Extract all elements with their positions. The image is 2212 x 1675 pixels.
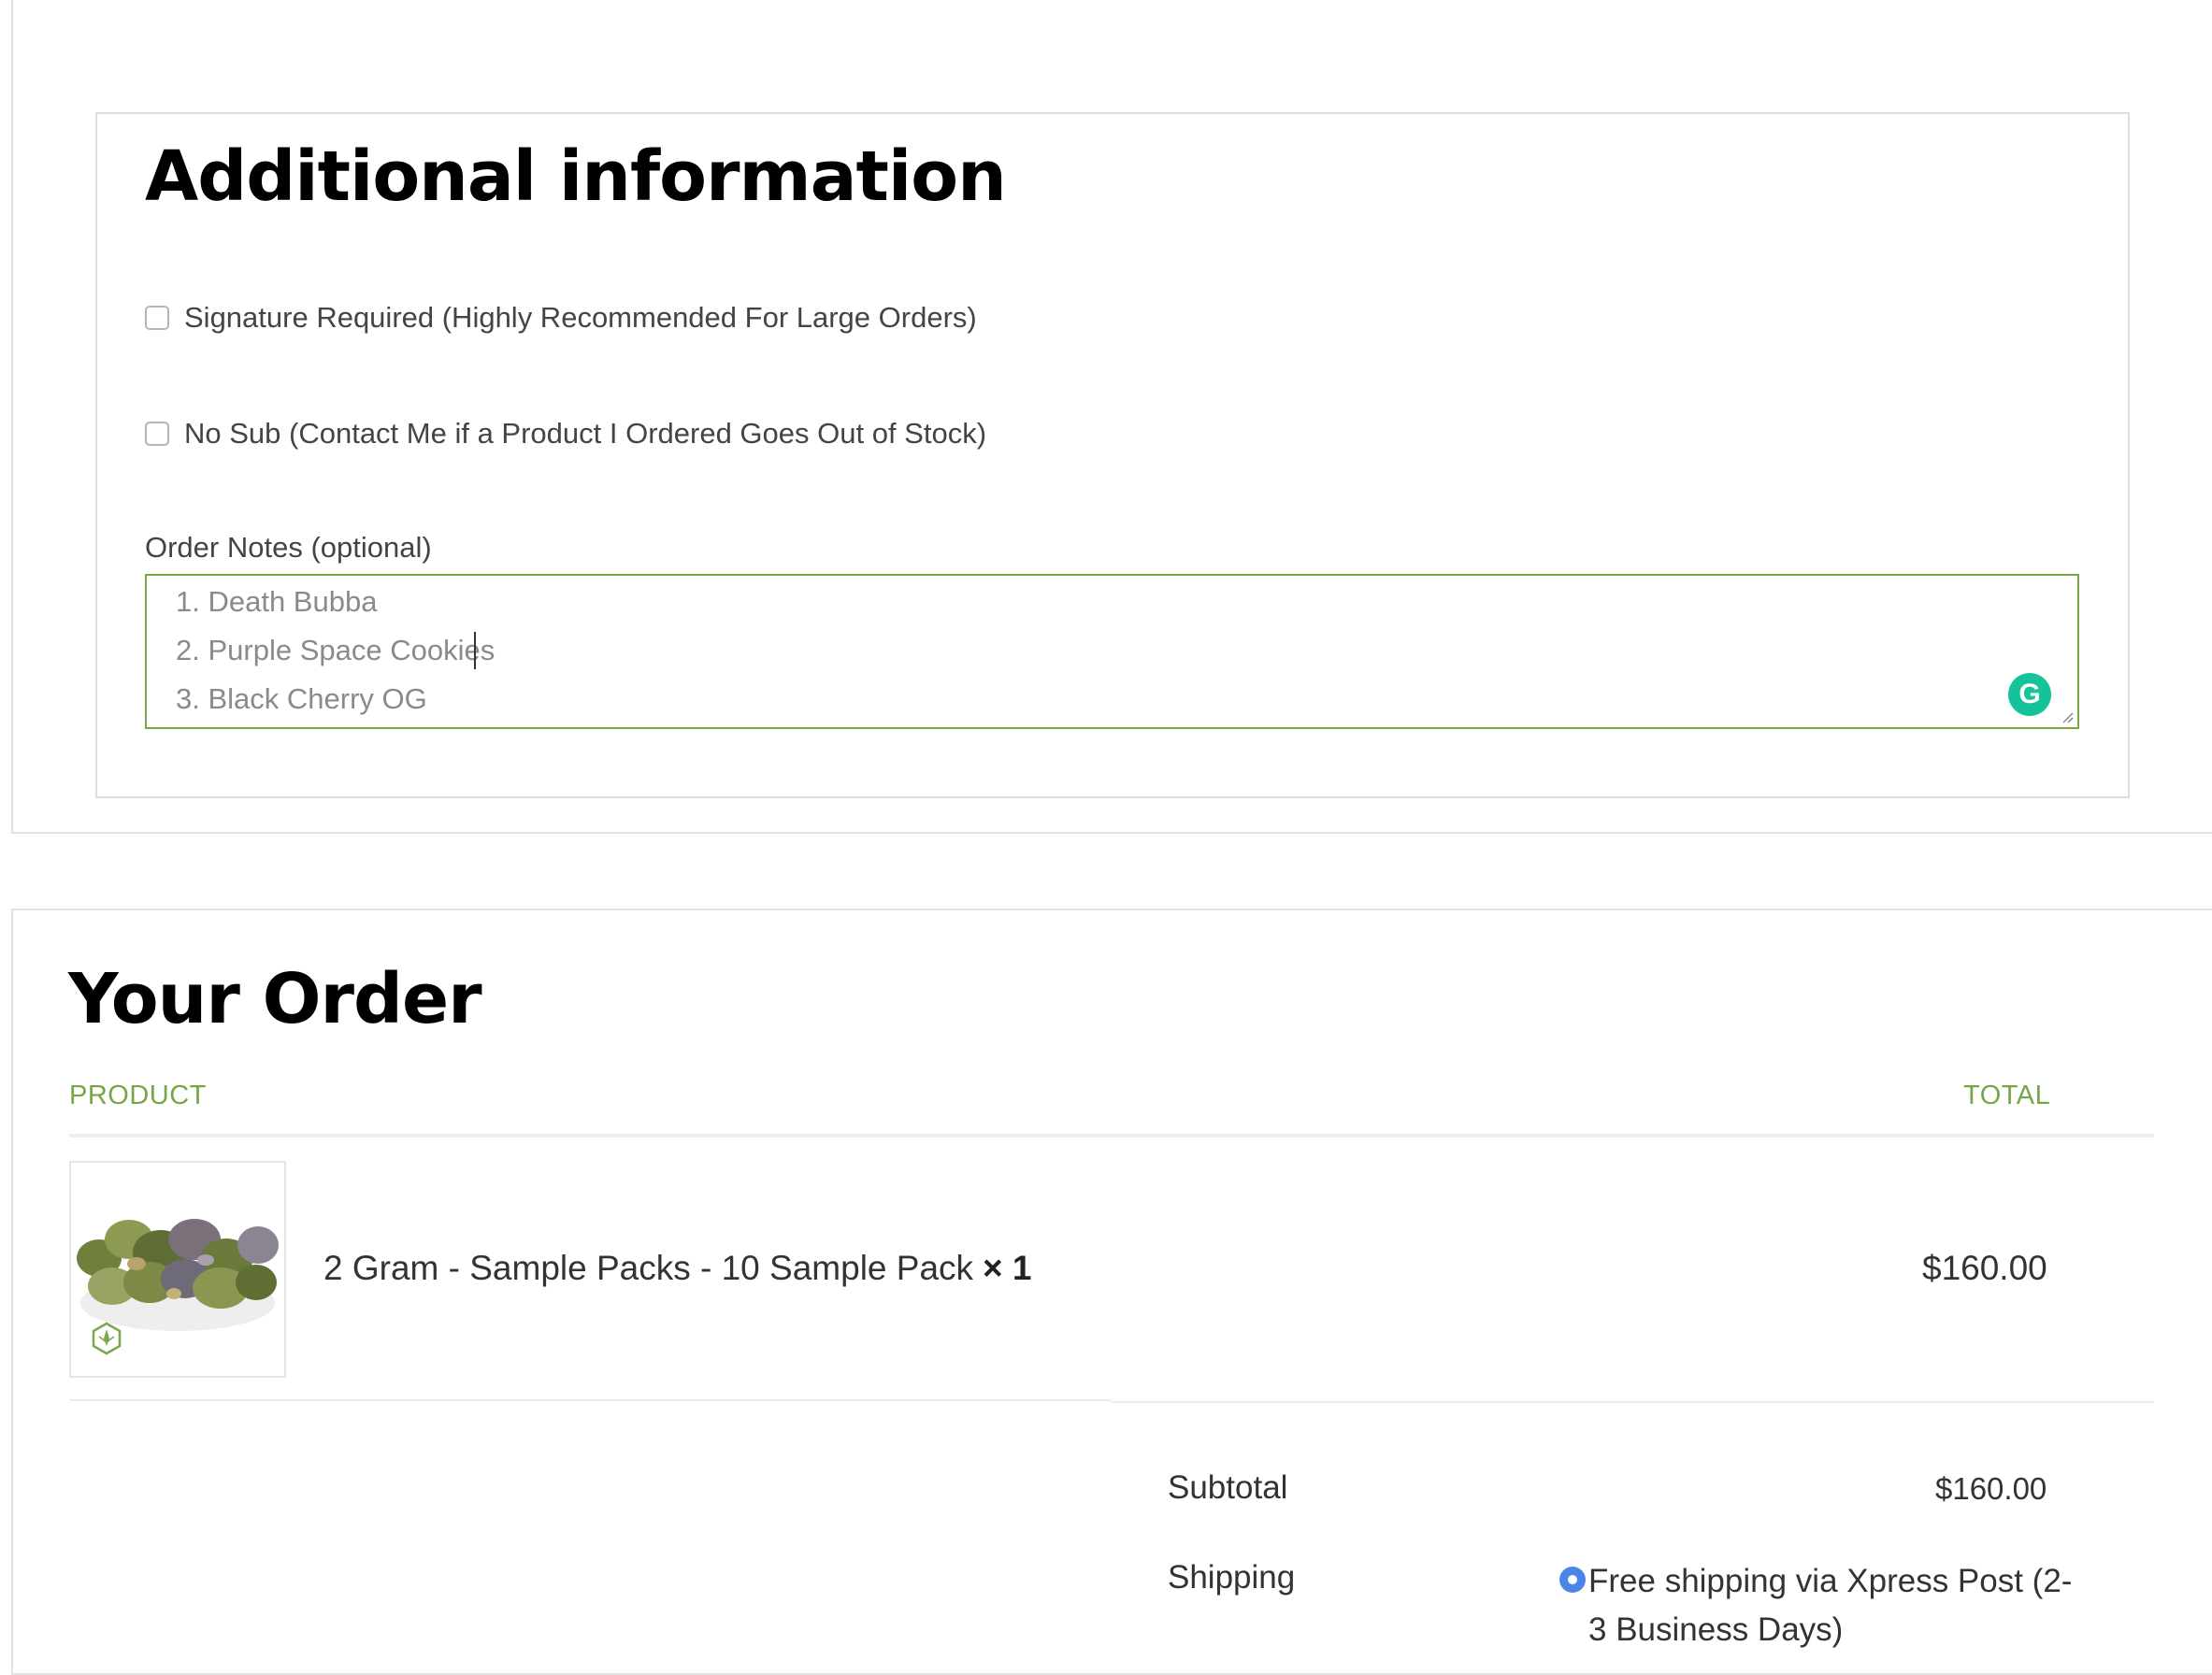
product-quantity: × 1	[983, 1249, 1032, 1287]
order-notes-line: 3. Black Cherry OG	[176, 682, 427, 715]
no-sub-label: No Sub (Contact Me if a Product I Ordere…	[184, 417, 987, 450]
cannabis-buds-image	[71, 1163, 284, 1376]
text-caret	[474, 632, 476, 669]
product-column-header: PRODUCT	[69, 1081, 207, 1110]
your-order-title: Your Order	[68, 959, 482, 1039]
order-notes-line: 2. Purple Space Cookies	[176, 634, 496, 666]
shipping-label: Shipping	[1168, 1559, 1296, 1596]
no-sub-checkbox[interactable]	[145, 422, 169, 446]
total-column-header: TOTAL	[1963, 1081, 2051, 1110]
radio-selected-icon	[1568, 1575, 1577, 1584]
no-sub-option[interactable]: No Sub (Contact Me if a Product I Ordere…	[145, 415, 986, 452]
grammarly-glyph: G	[2018, 679, 2041, 709]
order-notes-line: 1. Death Bubba	[176, 585, 378, 618]
shipping-option-label[interactable]: Free shipping via Xpress Post (2-3 Busin…	[1588, 1557, 2075, 1654]
order-notes-textarea[interactable]: 1. Death Bubba 2. Purple Space Cookies 3…	[145, 574, 2079, 729]
signature-required-label: Signature Required (Highly Recommended F…	[184, 301, 977, 334]
signature-required-checkbox[interactable]	[145, 306, 169, 330]
subtotal-label: Subtotal	[1168, 1469, 1288, 1506]
product-name: 2 Gram - Sample Packs - 10 Sample Pack × …	[323, 1249, 1032, 1288]
product-row-divider	[69, 1399, 1112, 1401]
grammarly-icon[interactable]: G	[2008, 673, 2051, 716]
product-price: $160.00	[1922, 1249, 2047, 1287]
shipping-radio-button[interactable]	[1559, 1567, 1586, 1593]
order-notes-label: Order Notes (optional)	[145, 531, 432, 564]
product-thumbnail[interactable]	[69, 1161, 286, 1378]
resize-handle-icon[interactable]	[2061, 710, 2074, 723]
totals-divider	[1112, 1401, 2154, 1403]
subtotal-value: $160.00	[1935, 1471, 2047, 1506]
signature-required-option[interactable]: Signature Required (Highly Recommended F…	[145, 299, 977, 336]
product-title: 2 Gram - Sample Packs - 10 Sample Pack	[323, 1249, 974, 1287]
additional-information-title: Additional information	[145, 136, 1007, 217]
header-divider	[69, 1134, 2154, 1138]
